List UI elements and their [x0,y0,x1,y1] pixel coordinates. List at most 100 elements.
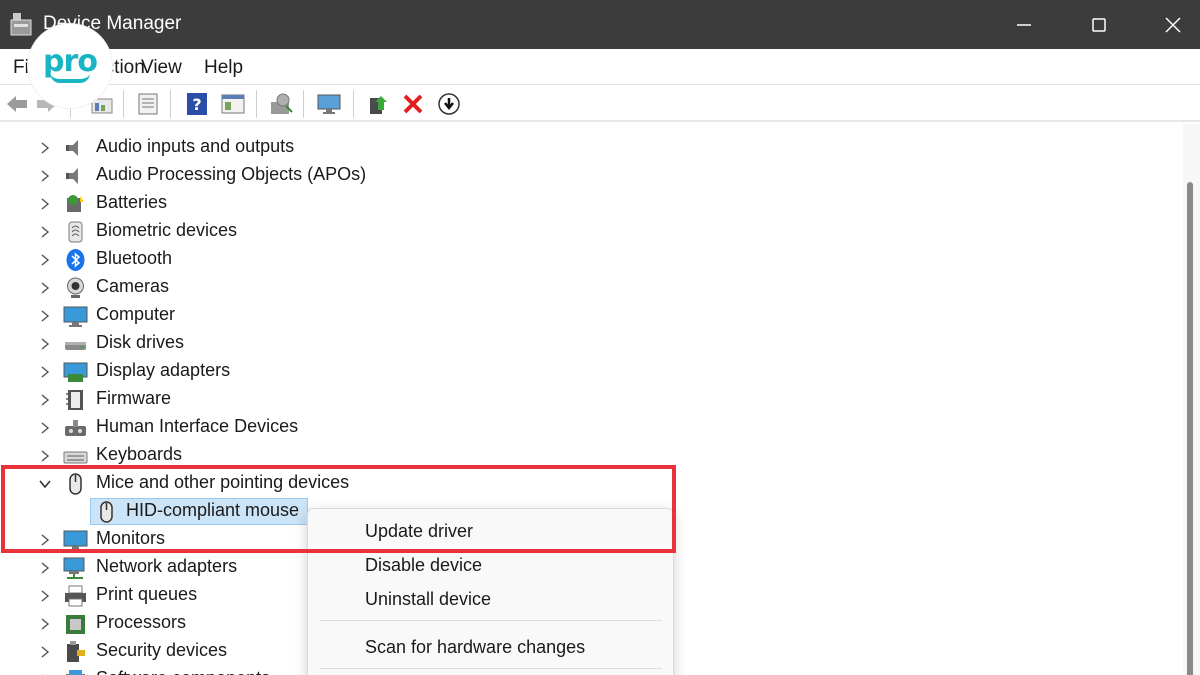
chevron-right-icon[interactable] [38,225,52,239]
chevron-right-icon[interactable] [38,589,52,603]
tree-item-label: Disk drives [96,332,185,352]
tree-category-row[interactable]: Firmware [0,386,1183,414]
chevron-down-icon[interactable] [38,477,52,491]
tree-category-row[interactable]: Batteries [0,190,1183,218]
context-update-driver[interactable]: Update driver [365,521,473,542]
chevron-right-icon[interactable] [38,561,52,575]
menu-bar: File Action View Help [0,49,1200,85]
uninstall-button[interactable] [400,91,426,117]
back-icon [7,96,27,112]
toolbar-separator [256,90,257,118]
scrollbar-thumb[interactable] [1187,182,1193,675]
speaker-icon [66,140,78,156]
tree-item-label: Display adapters [96,360,231,380]
toolbar-separator [303,90,304,118]
device-manager-icon [10,13,32,36]
maximize-button[interactable] [1062,0,1136,49]
download-icon [438,93,460,115]
back-button[interactable] [4,91,30,117]
hid-icon [65,420,86,436]
tree-item-label: Computer [96,304,176,324]
context-menu: Update driver Disable device Uninstall d… [307,508,674,675]
tree-item-label: HID-compliant mouse [126,500,300,520]
tree-category-row[interactable]: Audio inputs and outputs [0,134,1183,162]
chevron-right-icon[interactable] [38,393,52,407]
tree-item-label: Audio Processing Objects (APOs) [96,164,367,184]
tree-item-label: Keyboards [96,444,183,464]
chevron-right-icon[interactable] [38,197,52,211]
tree-item-label: Human Interface Devices [96,416,299,436]
disk-icon [65,342,86,350]
chevron-right-icon[interactable] [38,533,52,547]
context-disable-device[interactable]: Disable device [365,555,482,576]
minimize-icon [1017,23,1031,26]
tree-category-row[interactable]: Human Interface Devices [0,414,1183,442]
keyboard-icon [63,451,88,464]
tree-item-label: Processors [96,612,187,632]
speaker-icon [66,168,78,184]
tree-item-label: Monitors [96,528,166,548]
security-icon [67,641,85,662]
mouse-icon [100,501,113,523]
tree-category-row[interactable]: Display adapters [0,358,1183,386]
tree-item-label: Cameras [96,276,170,296]
properties-button[interactable] [135,91,161,117]
uninstall-icon [403,94,423,114]
monitor-button[interactable] [316,91,342,117]
tree-item-label: Bluetooth [96,248,173,268]
chevron-right-icon[interactable] [38,449,52,463]
view-icon [221,94,245,114]
chevron-right-icon[interactable] [38,617,52,631]
chevron-right-icon[interactable] [38,169,52,183]
tree-item-label: Software components [96,668,270,675]
tree-item-label: Audio inputs and outputs [96,136,295,156]
battery-icon [67,195,84,212]
tree-category-row[interactable]: Bluetooth [0,246,1183,274]
properties-icon [138,93,158,115]
monitor-icon [317,94,341,114]
tree-category-row[interactable]: Disk drives [0,330,1183,358]
chevron-right-icon[interactable] [38,253,52,267]
minimize-button[interactable] [987,0,1061,49]
tree-item-label: Batteries [96,192,168,212]
printer-icon [65,585,86,607]
view-button[interactable] [220,91,246,117]
context-separator [320,668,662,669]
display-adapter-icon [63,362,88,382]
menu-view[interactable]: View [141,57,182,79]
tree-category-row[interactable]: Computer [0,302,1183,330]
toolbar: ? [0,86,1200,122]
tree-item-label: Mice and other pointing devices [96,472,350,492]
scan-hardware-button[interactable] [268,91,294,117]
tree-category-row[interactable]: Cameras [0,274,1183,302]
tree-category-row[interactable]: Mice and other pointing devices [0,470,1183,498]
close-button[interactable] [1136,0,1200,49]
svg-text:?: ? [192,95,201,114]
chevron-right-icon[interactable] [38,141,52,155]
tree-category-row[interactable]: Audio Processing Objects (APOs) [0,162,1183,190]
context-separator [320,620,662,621]
vertical-scrollbar[interactable] [1183,124,1200,675]
context-scan-hardware[interactable]: Scan for hardware changes [365,637,585,658]
tree-category-row[interactable]: Keyboards [0,442,1183,470]
title-bar: Device Manager [0,0,1200,49]
chevron-right-icon[interactable] [38,337,52,351]
context-uninstall-device[interactable]: Uninstall device [365,589,491,610]
chevron-right-icon[interactable] [38,645,52,659]
tree-item-label: Print queues [96,584,198,604]
toolbar-separator [123,90,124,118]
chevron-right-icon[interactable] [38,365,52,379]
help-button[interactable]: ? [184,91,210,117]
chevron-right-icon[interactable] [38,309,52,323]
tree-category-row[interactable]: Biometric devices [0,218,1183,246]
toolbar-separator [353,90,354,118]
download-button[interactable] [436,91,462,117]
menu-help[interactable]: Help [204,57,243,79]
update-driver-icon [370,96,387,114]
update-driver-button[interactable] [366,91,392,117]
chevron-right-icon[interactable] [38,281,52,295]
tree-item-label: Security devices [96,640,228,660]
processor-icon [66,615,85,634]
chevron-right-icon[interactable] [38,421,52,435]
tree-item-label: Firmware [96,388,171,408]
